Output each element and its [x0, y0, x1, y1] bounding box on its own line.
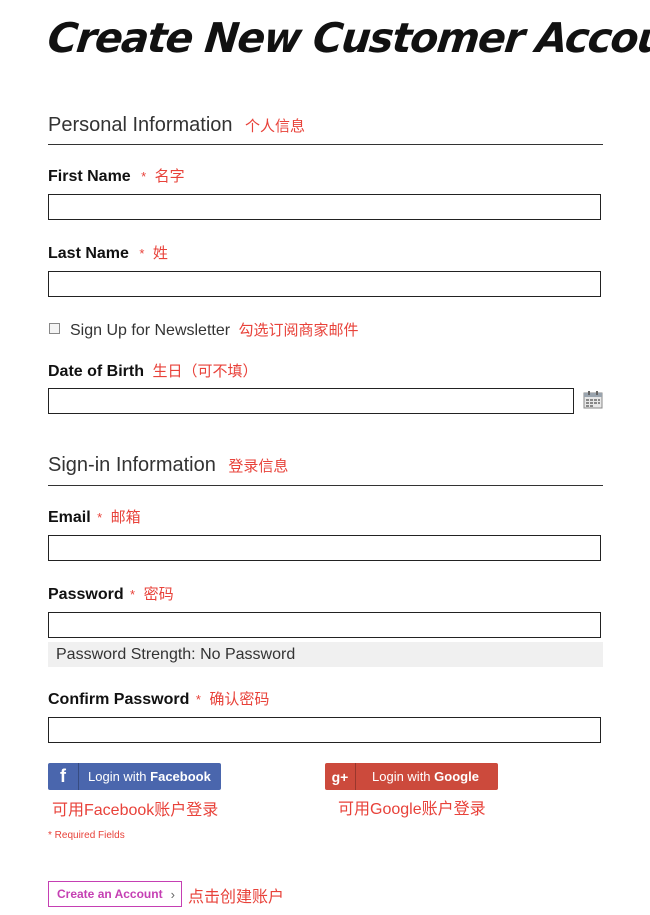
facebook-note: 可用Facebook账户登录 — [52, 802, 219, 819]
signin-section-header: Sign-in Information 登录信息 — [48, 454, 288, 477]
confirm-password-input[interactable] — [48, 717, 601, 743]
google-note: 可用Google账户登录 — [338, 801, 486, 818]
confirm-password-label-row: Confirm Password * 确认密码 — [48, 688, 269, 709]
signin-section-note: 登录信息 — [228, 458, 289, 475]
confirm-password-label: Confirm Password — [48, 691, 190, 708]
section-divider — [48, 144, 603, 145]
required-fields-note: * Required Fields — [48, 830, 125, 841]
email-note: 邮箱 — [110, 509, 141, 526]
google-login-button[interactable]: g+ Login with Google — [325, 763, 498, 790]
email-input[interactable] — [48, 535, 601, 561]
personal-section-header: Personal Information 个人信息 — [48, 114, 305, 137]
facebook-icon: f — [48, 763, 79, 790]
chevron-right-icon: › — [170, 886, 175, 902]
facebook-login-label: Login with Facebook — [79, 769, 211, 784]
first-name-label-row: First Name * 名字 — [48, 165, 185, 186]
page-title: Create New Customer Account — [45, 14, 650, 62]
first-name-note: 名字 — [154, 168, 185, 185]
email-label-row: Email * 邮箱 — [48, 506, 141, 527]
create-account-button[interactable]: Create an Account › — [48, 881, 182, 907]
newsletter-label: Sign Up for Newsletter — [70, 322, 231, 339]
first-name-input[interactable] — [48, 194, 601, 220]
dob-label-row: Date of Birth 生日（可不填） — [48, 360, 257, 381]
email-label: Email — [48, 509, 91, 526]
signin-section-title: Sign-in Information — [48, 454, 216, 476]
personal-section-title: Personal Information — [48, 114, 233, 136]
password-label-row: Password * 密码 — [48, 583, 174, 604]
password-strength-meter: Password Strength: No Password — [48, 642, 603, 667]
required-mark: * — [195, 692, 201, 707]
password-input[interactable] — [48, 612, 601, 638]
create-account-note: 点击创建账户 — [188, 889, 285, 906]
last-name-label-row: Last Name * 姓 — [48, 242, 168, 263]
google-brand-text: Google — [434, 769, 479, 784]
last-name-note: 姓 — [152, 245, 168, 262]
required-mark: * — [97, 510, 103, 525]
login-with-text: Login with — [88, 769, 151, 784]
calendar-icon[interactable] — [583, 390, 603, 409]
required-mark: * — [141, 169, 147, 184]
required-mark: * — [130, 587, 136, 602]
dob-input[interactable] — [48, 388, 574, 414]
facebook-login-button[interactable]: f Login with Facebook — [48, 763, 221, 790]
google-plus-icon: g+ — [325, 763, 356, 790]
section-divider — [48, 485, 603, 486]
personal-section-note: 个人信息 — [245, 118, 306, 135]
confirm-password-note: 确认密码 — [209, 691, 270, 708]
dob-label: Date of Birth — [48, 363, 144, 380]
google-login-label: Login with Google — [356, 769, 479, 784]
password-label: Password — [48, 586, 124, 603]
newsletter-label-row: Sign Up for Newsletter 勾选订阅商家邮件 — [70, 319, 359, 340]
newsletter-note: 勾选订阅商家邮件 — [238, 322, 359, 339]
newsletter-checkbox[interactable] — [49, 323, 60, 334]
login-with-text: Login with — [372, 769, 435, 784]
create-account-label: Create an Account — [57, 887, 163, 901]
last-name-input[interactable] — [48, 271, 601, 297]
facebook-brand-text: Facebook — [150, 769, 211, 784]
password-note: 密码 — [143, 586, 174, 603]
dob-note: 生日（可不填） — [152, 363, 258, 380]
first-name-label: First Name — [48, 168, 131, 185]
last-name-label: Last Name — [48, 245, 129, 262]
required-mark: * — [139, 246, 145, 261]
